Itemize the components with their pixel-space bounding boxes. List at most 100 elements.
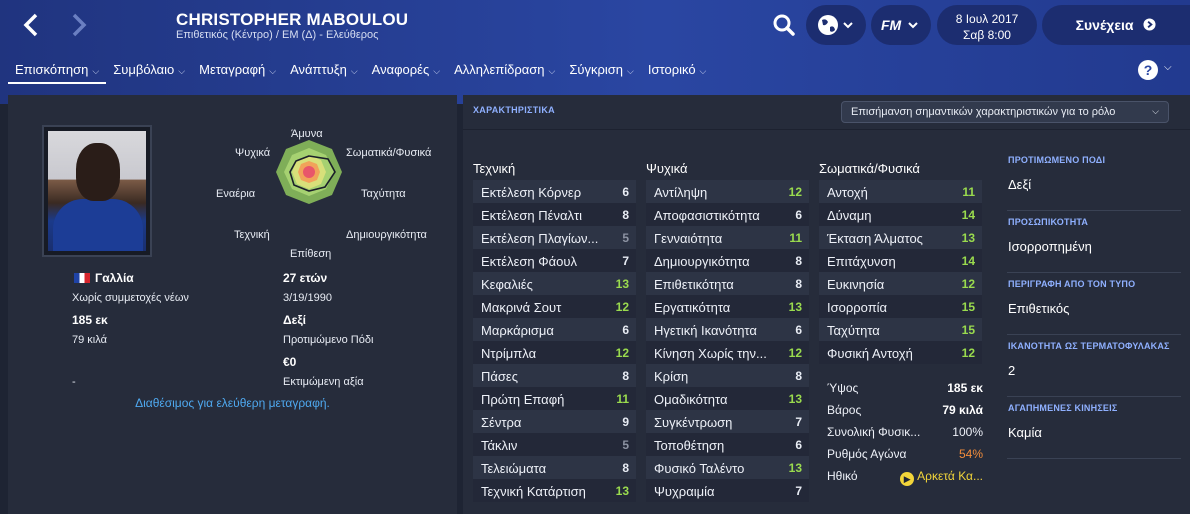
- attribute-row[interactable]: Δημιουργικότητα 8: [646, 249, 809, 272]
- attribute-row[interactable]: Πάσες 8: [473, 364, 636, 387]
- attribute-row[interactable]: Συγκέντρωση 7: [646, 410, 809, 433]
- attribute-row[interactable]: Αντίληψη 12: [646, 180, 809, 203]
- attribute-row[interactable]: Τεχνική Κατάρτιση 13: [473, 479, 636, 502]
- attribute-row[interactable]: Ισορροπία 15: [819, 295, 982, 318]
- world-menu-button[interactable]: [806, 5, 866, 45]
- attribute-row[interactable]: Φυσική Αντοχή 12: [819, 341, 982, 364]
- attribute-name: Δύναμη: [827, 208, 872, 223]
- attribute-value: 8: [622, 461, 629, 475]
- attribute-value: 12: [615, 300, 629, 314]
- attribute-row[interactable]: Εκτέλεση Πέναλτι 8: [473, 203, 636, 226]
- attribute-row[interactable]: Αποφασιστικότητα 6: [646, 203, 809, 226]
- divider: [1007, 272, 1181, 273]
- continue-button[interactable]: Συνέχεια: [1042, 5, 1190, 45]
- attribute-value: 8: [795, 277, 802, 291]
- divider: [463, 129, 1190, 130]
- attribute-row[interactable]: Δύναμη 14: [819, 203, 982, 226]
- attribute-row[interactable]: Ευκινησία 12: [819, 272, 982, 295]
- attribute-name: Φυσική Αντοχή: [827, 346, 913, 361]
- date-of-birth: 3/19/1990: [283, 292, 332, 304]
- chevron-down-icon: ⌵: [433, 66, 441, 76]
- attribute-row[interactable]: Εργατικότητα 13: [646, 295, 809, 318]
- tab-contract[interactable]: Συμβόλαιο ⌵: [106, 56, 192, 84]
- forward-button[interactable]: [62, 8, 96, 42]
- attribute-row[interactable]: Γενναιότητα 11: [646, 226, 809, 249]
- tab-history[interactable]: Ιστορικό ⌵: [641, 56, 714, 84]
- attribute-row[interactable]: Αντοχή 11: [819, 180, 982, 203]
- tab-transfer[interactable]: Μεταγραφή ⌵: [192, 56, 283, 84]
- attribute-value: 7: [795, 484, 802, 498]
- attribute-name: Κεφαλιές: [481, 277, 533, 292]
- attribute-row[interactable]: Επιθετικότητα 8: [646, 272, 809, 295]
- game-date[interactable]: 8 Ιουλ 2017 Σαβ 8:00: [937, 5, 1037, 45]
- attribute-row[interactable]: Κεφαλιές 13: [473, 272, 636, 295]
- tab-overview[interactable]: Επισκόπηση ⌵: [8, 56, 107, 84]
- attribute-value: 9: [622, 415, 629, 429]
- fm-menu-button[interactable]: FM: [871, 5, 931, 45]
- attribute-row[interactable]: Ταχύτητα 15: [819, 318, 982, 341]
- attribute-row[interactable]: Ηγετική Ικανότητα 6: [646, 318, 809, 341]
- attribute-value: 5: [622, 231, 629, 245]
- attribute-value: 14: [961, 254, 975, 268]
- trait-block: ΠΕΡΙΓΡΑΦΗ ΑΠΟ ΤΟΝ ΤΥΠΟ Επιθετικός: [1007, 279, 1187, 341]
- attribute-row[interactable]: Μαρκάρισμα 6: [473, 318, 636, 341]
- trait-value: Ισορροπημένη: [1008, 239, 1092, 254]
- tab-comparison[interactable]: Σύγκριση ⌵: [562, 56, 641, 84]
- attribute-row[interactable]: Έκταση Άλματος 13: [819, 226, 982, 249]
- trait-block: ΑΓΑΠΗΜΕΝΕΣ ΚΙΝΗΣΕΙΣ Καμία: [1007, 403, 1187, 465]
- trait-heading: ΑΓΑΠΗΜΕΝΕΣ ΚΙΝΗΣΕΙΣ: [1008, 403, 1118, 413]
- trait-block: ΠΡΟΣΩΠΙΚΟΤΗΤΑ Ισορροπημένη: [1007, 217, 1187, 279]
- attribute-value: 11: [616, 392, 629, 406]
- tab-interaction[interactable]: Αλληλεπίδραση ⌵: [447, 56, 562, 84]
- attribute-row[interactable]: Επιτάχυνση 14: [819, 249, 982, 272]
- attribute-row[interactable]: Σέντρα 9: [473, 410, 636, 433]
- attribute-name: Τεχνική Κατάρτιση: [481, 484, 586, 499]
- attribute-name: Πρώτη Επαφή: [481, 392, 565, 407]
- attribute-row[interactable]: Εκτέλεση Κόρνερ 6: [473, 180, 636, 203]
- technical-attributes-list: Εκτέλεση Κόρνερ 6 Εκτέλεση Πέναλτι 8 Εκτέλεσ…: [473, 180, 636, 502]
- attribute-row[interactable]: Ομαδικότητα 13: [646, 387, 809, 410]
- chevron-right-icon: [72, 13, 87, 37]
- attribute-value: 8: [795, 254, 802, 268]
- chevron-down-icon[interactable]: ⌵: [1164, 62, 1172, 73]
- attribute-row[interactable]: Κίνηση Χωρίς την... 12: [646, 341, 809, 364]
- attribute-row[interactable]: Ντρίμπλα 12: [473, 341, 636, 364]
- attribute-row[interactable]: Εκτέλεση Φάουλ 7: [473, 249, 636, 272]
- attribute-row[interactable]: Εκτέλεση Πλαγίων... 5: [473, 226, 636, 249]
- tab-reports[interactable]: Αναφορές ⌵: [365, 56, 447, 84]
- attribute-value: 6: [622, 185, 629, 199]
- trait-value: Καμία: [1008, 425, 1042, 440]
- attribute-row[interactable]: Ψυχραιμία 7: [646, 479, 809, 502]
- attribute-row[interactable]: Φυσικό Ταλέντο 13: [646, 456, 809, 479]
- attributes-panel: ΧΑΡΑΚΤΗΡΙΣΤΙΚΑ Επισήμανση σημαντικών χαρ…: [463, 95, 1190, 514]
- attribute-row[interactable]: Μακρινά Σουτ 12: [473, 295, 636, 318]
- attribute-value: 15: [961, 300, 975, 314]
- search-button[interactable]: [770, 11, 798, 39]
- back-button[interactable]: [14, 8, 48, 42]
- attribute-row[interactable]: Τάκλιν 5: [473, 433, 636, 456]
- attribute-row[interactable]: Τοποθέτηση 6: [646, 433, 809, 456]
- attribute-row[interactable]: Τελειώματα 8: [473, 456, 636, 479]
- physical-info-name: Συνολική Φυσικ...: [827, 425, 921, 439]
- player-overview-panel: Άμυνα Σωματικά/Φυσικά Ταχύτητα Δημιουργι…: [8, 95, 457, 514]
- attribute-name: Εργατικότητα: [654, 300, 731, 315]
- free-transfer-link[interactable]: Διαθέσιμος για ελεύθερη μεταγραφή.: [8, 396, 457, 410]
- attribute-name: Ντρίμπλα: [481, 346, 537, 361]
- help-button[interactable]: ?: [1138, 60, 1158, 80]
- attribute-row[interactable]: Πρώτη Επαφή 11: [473, 387, 636, 410]
- radar-label-physical: Σωματικά/Φυσικά: [346, 147, 432, 159]
- attribute-value: 11: [789, 231, 802, 245]
- attribute-value: 8: [622, 208, 629, 222]
- mental-header: Ψυχικά: [646, 161, 688, 176]
- attribute-value: 7: [795, 415, 802, 429]
- attribute-value: 6: [795, 438, 802, 452]
- highlight-role-dropdown[interactable]: Επισήμανση σημαντικών χαρακτηριστικών γι…: [841, 101, 1169, 123]
- attribute-name: Κίνηση Χωρίς την...: [654, 346, 767, 361]
- estimated-value: €0: [283, 355, 297, 369]
- radar-label-attack: Επίθεση: [290, 248, 332, 260]
- trait-heading: ΠΡΟΣΩΠΙΚΟΤΗΤΑ: [1008, 217, 1089, 227]
- tab-development[interactable]: Ανάπτυξη ⌵: [283, 56, 365, 84]
- attribute-name: Κρίση: [654, 369, 689, 384]
- attribute-name: Μαρκάρισμα: [481, 323, 554, 338]
- attribute-row[interactable]: Κρίση 8: [646, 364, 809, 387]
